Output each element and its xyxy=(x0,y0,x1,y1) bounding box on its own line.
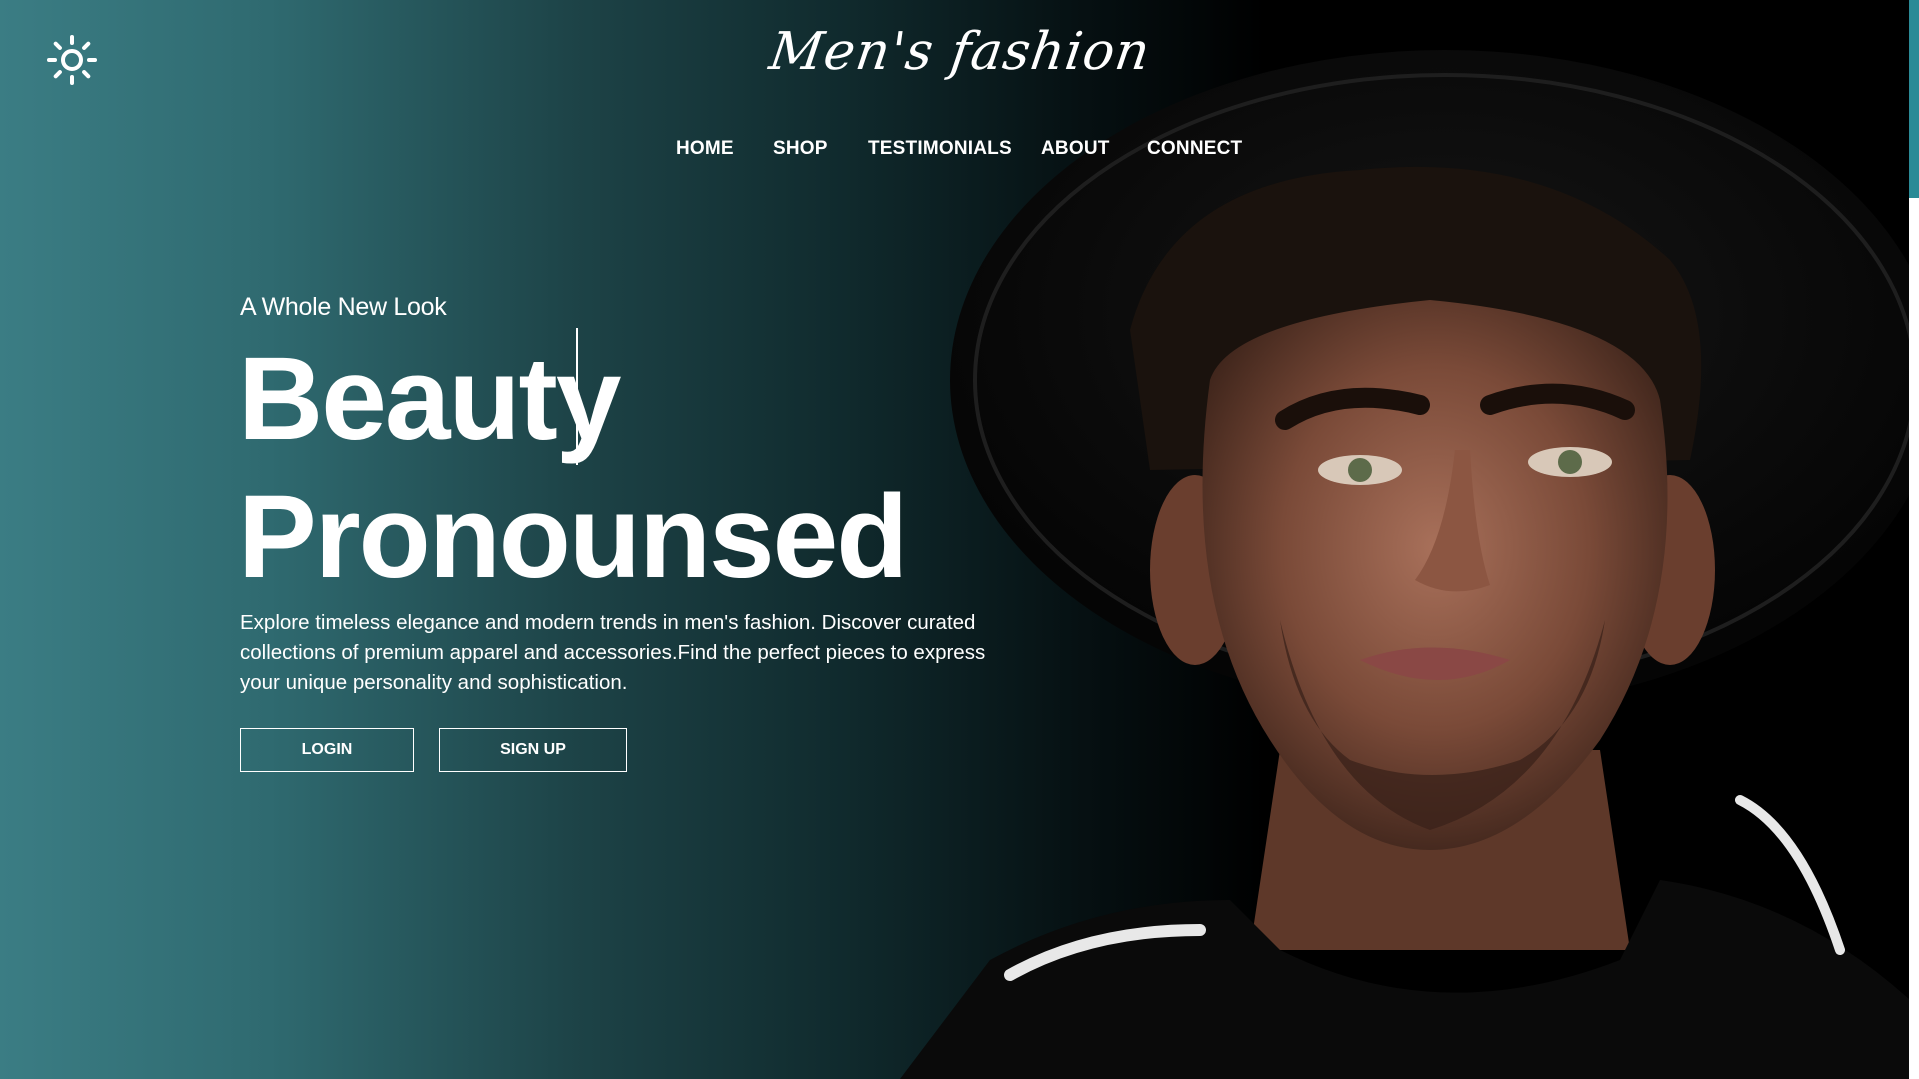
typing-caret xyxy=(576,328,578,465)
login-button[interactable]: LOGIN xyxy=(240,728,414,772)
main-nav: HOME SHOP TESTIMONIALS ABOUT CONNECT xyxy=(0,138,1919,168)
nav-item-about[interactable]: ABOUT xyxy=(1041,138,1110,160)
site-logo[interactable]: Men's fashion xyxy=(756,22,1164,82)
nav-item-testimonials[interactable]: TESTIMONIALS xyxy=(868,138,1012,160)
sun-icon[interactable] xyxy=(46,34,98,86)
signup-button[interactable]: SIGN UP xyxy=(439,728,627,772)
scrollbar-thumb[interactable] xyxy=(1909,0,1919,198)
hero-description: Explore timeless elegance and modern tre… xyxy=(240,611,986,694)
nav-item-home[interactable]: HOME xyxy=(676,138,734,160)
hero-headline-line2: Pronounsed xyxy=(238,471,908,603)
nav-item-connect[interactable]: CONNECT xyxy=(1147,138,1242,160)
hero-page: Men's fashion HOME SHOP TESTIMONIALS ABO… xyxy=(0,0,1919,1079)
hero-headline-line1: Beauty xyxy=(238,333,621,465)
hero-eyebrow: A Whole New Look xyxy=(240,293,447,321)
nav-item-shop[interactable]: SHOP xyxy=(773,138,828,160)
